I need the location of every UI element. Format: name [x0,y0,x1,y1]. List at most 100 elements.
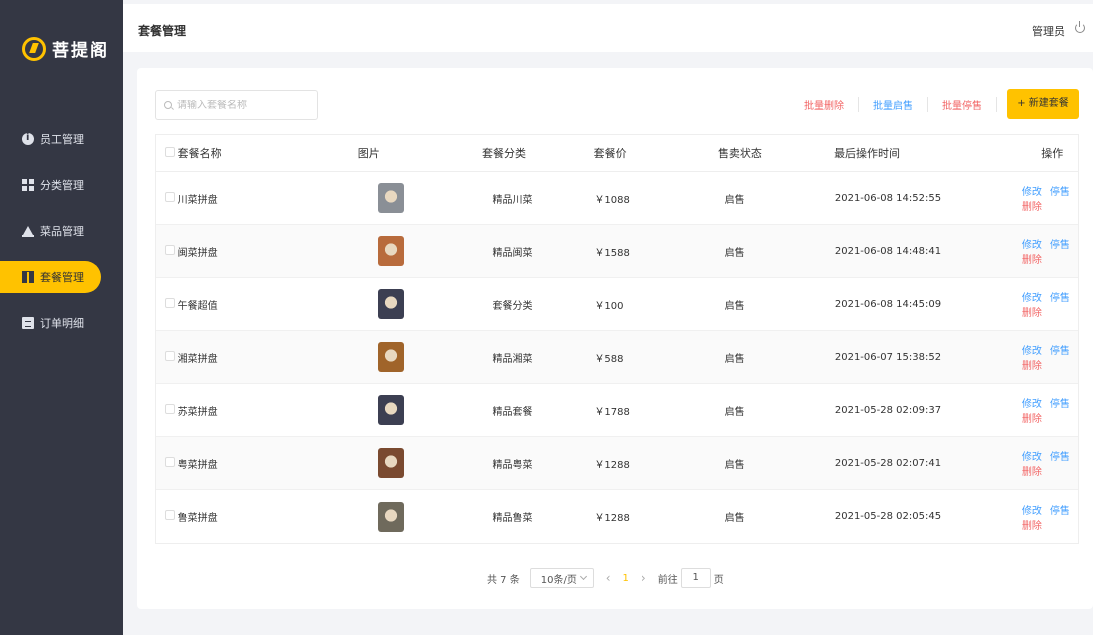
setmeal-name: 闽菜拼盘 [177,247,218,259]
column-header: 售卖状态 [717,147,762,160]
pagination: 共 7 条 10条/页 ‹ 1 › 前往 1 页 [487,568,724,588]
top-header: 套餐管理 管理员 [123,4,1093,52]
column-header: 最后操作时间 [834,147,901,160]
total-count: 共 7 条 [487,574,520,586]
toolbar-actions: 批量删除 批量启售 批量停售 + 新建套餐 [790,89,1079,119]
status-text: 启售 [724,459,745,471]
batch-delete-button[interactable]: 批量删除 [790,96,859,112]
status-text: 启售 [724,300,745,312]
updated-time: 2021-05-28 02:09:37 [834,404,942,416]
setmeal-category: 套餐分类 [492,300,533,312]
disable-link[interactable]: 停售 [1050,293,1070,304]
row-checkbox[interactable] [165,350,175,361]
edit-link[interactable]: 修改 [1022,399,1042,410]
setmeal-price: ￥100 [594,300,624,312]
setmeal-category: 精品湘菜 [492,353,533,365]
goto-label: 前往 [657,574,678,586]
current-page[interactable]: 1 [623,573,629,584]
document-icon [22,317,34,329]
setmeal-name: 苏菜拼盘 [177,406,218,418]
delete-link[interactable]: 删除 [1022,467,1042,478]
search-input[interactable] [177,99,307,111]
page-size-select[interactable]: 10条/页 [529,568,594,588]
sidebar-item-dishes[interactable]: 菜品管理 [0,208,123,254]
row-checkbox[interactable] [165,403,175,414]
sidebar-item-employees[interactable]: 员工管理 [0,116,123,162]
disable-link[interactable]: 停售 [1050,506,1070,517]
grid-icon [22,179,34,191]
updated-time: 2021-06-08 14:52:55 [834,192,942,204]
next-page-icon[interactable]: › [641,571,646,585]
goto-page-input[interactable]: 1 [680,568,711,588]
disable-link[interactable]: 停售 [1050,187,1070,198]
disable-link[interactable]: 停售 [1050,452,1070,463]
edit-link[interactable]: 修改 [1022,293,1042,304]
disable-link[interactable]: 停售 [1050,346,1070,357]
row-checkbox[interactable] [165,191,175,202]
updated-time: 2021-06-08 14:45:09 [834,298,942,310]
row-checkbox[interactable] [165,456,175,467]
setmeal-category: 精品闽菜 [492,247,533,259]
prev-page-icon[interactable]: ‹ [606,571,611,585]
column-header: 操作 [1041,147,1064,160]
edit-link[interactable]: 修改 [1022,187,1042,198]
sidebar: 菩提阁 员工管理 分类管理 菜品管理 套餐管理 订单明细 [0,0,123,635]
row-checkbox[interactable] [165,297,175,308]
setmeal-price: ￥1288 [594,459,630,471]
edit-link[interactable]: 修改 [1022,506,1042,517]
setmeal-category: 精品川菜 [492,194,533,206]
new-setmeal-button[interactable]: + 新建套餐 [1007,89,1079,119]
setmeal-image [377,395,404,425]
delete-link[interactable]: 删除 [1022,414,1042,425]
row-checkbox[interactable] [165,510,175,520]
delete-link[interactable]: 删除 [1022,361,1042,372]
edit-link[interactable]: 修改 [1022,346,1042,357]
table-row: 湘菜拼盘 精品湘菜 ￥588 启售 2021-06-07 15:38:52 修改 停售删除 [156,331,1078,384]
sidebar-item-setmeals[interactable]: 套餐管理 [0,261,101,293]
disable-link[interactable]: 停售 [1050,399,1070,410]
setmeal-table: 套餐名称 图片 套餐分类 套餐价 售卖状态 最后操作时间 操作 川菜拼盘 精品川菜… [155,134,1079,544]
select-all-checkbox[interactable] [165,146,175,157]
row-checkbox[interactable] [165,244,175,255]
search-icon [164,101,172,109]
sidebar-item-label: 套餐管理 [40,271,84,284]
setmeal-image [377,501,404,532]
table-row: 午餐超值 套餐分类 ￥100 启售 2021-06-08 14:45:09 修改 停售删除 [156,278,1078,331]
delete-link[interactable]: 删除 [1022,521,1042,532]
setmeal-name: 湘菜拼盘 [177,353,218,365]
table-body: 川菜拼盘 精品川菜 ￥1088 启售 2021-06-08 14:52:55 修改 停售删除… [156,172,1078,543]
sidebar-nav: 员工管理 分类管理 菜品管理 套餐管理 订单明细 [0,116,123,346]
column-header: 套餐价 [593,147,627,160]
power-icon[interactable] [1075,21,1085,33]
user-name[interactable]: 管理员 [1032,23,1065,39]
disable-link[interactable]: 停售 [1050,240,1070,251]
setmeal-category: 精品鲁菜 [492,513,533,524]
sidebar-item-label: 菜品管理 [40,225,84,238]
delete-link[interactable]: 删除 [1022,202,1042,213]
sidebar-item-orders[interactable]: 订单明细 [0,300,123,346]
brand-name: 菩提阁 [52,41,109,61]
setmeal-image [377,342,404,372]
search-box[interactable] [155,90,318,120]
delete-link[interactable]: 删除 [1022,308,1042,319]
logo[interactable]: 菩提阁 [22,36,109,61]
batch-enable-button[interactable]: 批量启售 [859,96,928,112]
delete-link[interactable]: 删除 [1022,255,1042,266]
setmeal-name: 午餐超值 [177,300,218,312]
batch-disable-button[interactable]: 批量停售 [928,96,997,112]
edit-link[interactable]: 修改 [1022,240,1042,251]
status-text: 启售 [724,194,745,206]
edit-link[interactable]: 修改 [1022,452,1042,463]
gift-icon [22,271,34,283]
table-row: 闽菜拼盘 精品闽菜 ￥1588 启售 2021-06-08 14:48:41 修改 停售删除 [156,225,1078,278]
column-header: 套餐名称 [177,147,222,160]
setmeal-category: 精品套餐 [492,406,533,418]
sidebar-item-label: 分类管理 [40,179,84,192]
setmeal-price: ￥1088 [594,194,630,206]
sidebar-item-categories[interactable]: 分类管理 [0,162,123,208]
setmeal-name: 粤菜拼盘 [177,459,218,471]
bell-icon [22,225,34,237]
bodhi-logo-icon [22,36,46,61]
sidebar-item-label: 订单明细 [40,317,84,330]
setmeal-category: 精品粤菜 [492,459,533,471]
